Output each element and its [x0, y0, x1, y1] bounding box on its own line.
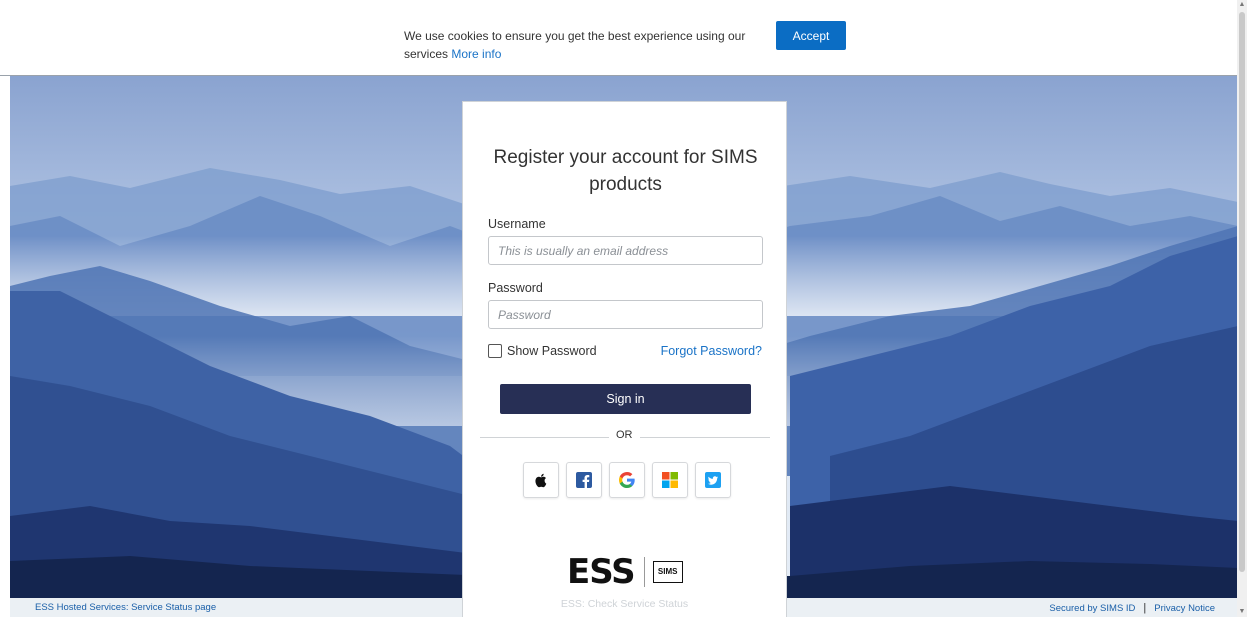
microsoft-login-button[interactable]: [652, 462, 688, 498]
password-input[interactable]: [488, 300, 763, 329]
google-icon: [619, 472, 635, 488]
cookie-banner: We use cookies to ensure you get the bes…: [0, 0, 1237, 76]
username-input[interactable]: [488, 236, 763, 265]
check-service-status-link[interactable]: ESS: Check Service Status: [462, 598, 787, 617]
logo-divider: [643, 557, 645, 587]
footer-separator: |: [1143, 602, 1147, 614]
sims-logo-badge: SIMS: [652, 561, 683, 583]
apple-icon: [535, 473, 547, 488]
show-password-toggle[interactable]: Show Password: [488, 343, 597, 359]
google-login-button[interactable]: [609, 462, 645, 498]
microsoft-icon: [662, 472, 678, 488]
service-status-page-link[interactable]: ESS Hosted Services: Service Status page: [35, 602, 216, 613]
register-card: Register your account for SIMS products …: [462, 101, 787, 617]
username-label: Username: [488, 217, 546, 231]
forgot-password-link[interactable]: Forgot Password?: [661, 344, 762, 358]
twitter-login-button[interactable]: [695, 462, 731, 498]
show-password-label: Show Password: [507, 344, 597, 358]
facebook-login-button[interactable]: [566, 462, 602, 498]
ess-logo-text: ESS: [567, 552, 636, 592]
accept-cookies-button[interactable]: Accept: [776, 21, 846, 50]
cookie-message: We use cookies to ensure you get the bes…: [404, 27, 754, 63]
secured-by-sims-id-link[interactable]: Secured by SIMS ID: [1049, 603, 1135, 614]
more-info-link[interactable]: More info: [451, 47, 501, 61]
page-title: Register your account for SIMS products: [493, 147, 758, 195]
privacy-notice-link[interactable]: Privacy Notice: [1154, 603, 1215, 614]
facebook-icon: [576, 472, 592, 488]
social-login-buttons: [523, 462, 731, 498]
show-password-checkbox[interactable]: [488, 344, 502, 358]
page-scrollbar[interactable]: ▲ ▼: [1237, 0, 1247, 617]
password-label: Password: [488, 281, 543, 295]
or-label: OR: [609, 429, 640, 441]
sign-in-button[interactable]: Sign in: [500, 384, 751, 414]
ess-sims-logo: ESS SIMS: [567, 552, 683, 592]
footer-links: Secured by SIMS ID | Privacy Notice: [1049, 602, 1215, 614]
scroll-down-arrow-icon[interactable]: ▼: [1237, 607, 1247, 617]
scrollbar-thumb[interactable]: [1239, 12, 1245, 572]
scroll-up-arrow-icon[interactable]: ▲: [1237, 0, 1247, 10]
twitter-icon: [705, 472, 721, 488]
apple-login-button[interactable]: [523, 462, 559, 498]
